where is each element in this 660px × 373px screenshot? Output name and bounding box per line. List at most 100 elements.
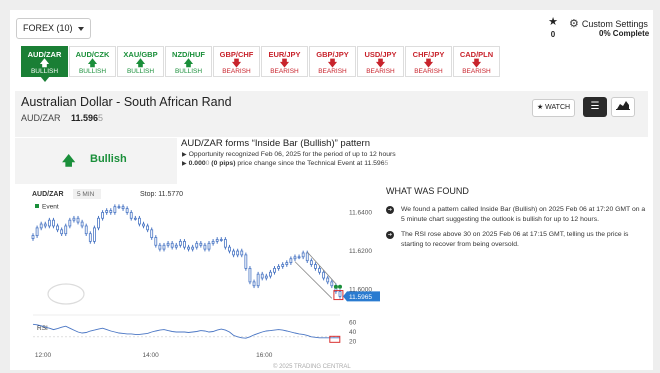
price-change-pips: (0 pips) [209, 160, 236, 167]
arrow-down-icon: 🡇 [471, 58, 482, 68]
candle-body [277, 266, 281, 269]
candle-body [162, 244, 166, 250]
arrow-up-icon: 🡅 [39, 58, 50, 68]
candle-body [35, 227, 39, 237]
candle-body [138, 217, 141, 225]
candle-body [101, 212, 104, 219]
what-was-found: WHAT WAS FOUND ➔ We found a pattern call… [386, 186, 648, 255]
candle-body [322, 271, 326, 279]
tile-state: BEARISH [414, 68, 443, 75]
arrow-up-icon: 🡅 [87, 58, 98, 68]
candle-body [260, 273, 264, 279]
favorites-button[interactable]: ★ 0 [547, 16, 559, 40]
candle-body [273, 267, 276, 273]
pattern-line-2: ▶ 0.0000 (0 pips) price change since the … [180, 160, 648, 167]
tile-cad-pln[interactable]: CAD/PLN 🡇 BEARISH [453, 46, 500, 77]
candle-body [285, 262, 289, 265]
candle-body [72, 217, 76, 221]
pattern-title: AUD/ZAR forms “Inside Bar (Bullish)” pat… [181, 138, 370, 149]
candle-body [31, 235, 35, 239]
candle-body [228, 246, 231, 252]
tile-chf-jpy[interactable]: CHF/JPY 🡇 BEARISH [405, 46, 452, 77]
time-tick-label: 14:00 [142, 352, 159, 359]
arrow-down-icon: 🡇 [375, 58, 386, 68]
tile-state: BEARISH [366, 68, 395, 75]
arrow-up-icon: 🡅 [135, 58, 146, 68]
candle-body [207, 242, 211, 250]
tile-gbp-chf[interactable]: GBP/CHF 🡇 BEARISH [213, 46, 260, 77]
arrow-down-icon: 🡇 [231, 58, 242, 68]
channel-line-upper [306, 251, 337, 285]
tile-state: BULLISH [174, 68, 203, 75]
candle-body [84, 225, 88, 235]
rsi-line [32, 323, 340, 339]
price-tick-label: 11.6400 [349, 209, 372, 216]
candle-body [191, 246, 195, 250]
tile-state: BULLISH [126, 68, 155, 75]
star-icon: ★ [536, 104, 544, 111]
candle-body [195, 242, 199, 248]
candle-body [80, 221, 84, 227]
candle-body [240, 250, 244, 256]
rsi-tick-label: 20 [349, 339, 357, 346]
main-panel: FOREX (10) ★ 0 ⚙ Custom Settings 0% Compl… [10, 10, 653, 370]
arrow-up-icon: 🡅 [62, 153, 76, 168]
candle-body [133, 217, 137, 220]
candle-body [170, 242, 174, 248]
tile-aud-czk[interactable]: AUD/CZK 🡅 BULLISH [69, 46, 116, 77]
candle-body [236, 250, 240, 256]
tile-eur-jpy[interactable]: EUR/JPY 🡇 BEARISH [261, 46, 308, 77]
custom-settings-button[interactable]: ⚙ Custom Settings 0% Complete [569, 17, 649, 38]
tile-state: BEARISH [270, 68, 299, 75]
candle-body [264, 275, 268, 279]
forex-dropdown-label: FOREX (10) [23, 23, 73, 33]
candle-body [105, 210, 109, 213]
event-marker [338, 284, 342, 289]
tile-nzd-huf[interactable]: NZD/HUF 🡅 BULLISH [165, 46, 212, 77]
star-icon: ★ [548, 16, 558, 28]
event-legend-label: Event [42, 204, 59, 211]
candle-body [219, 239, 223, 241]
rsi-tick-label: 60 [349, 319, 357, 326]
price-chart[interactable]: AUD/ZAR 5 MIN Stop: 11.5770 Event 11.6400 11.… [15, 184, 382, 370]
arrow-down-icon: 🡇 [423, 58, 434, 68]
time-tick-label: 12:00 [35, 352, 52, 359]
candle-body [293, 256, 297, 260]
forex-dropdown[interactable]: FOREX (10) [16, 18, 91, 39]
event-legend-marker [35, 204, 39, 208]
candle-body [93, 227, 96, 242]
candle-body [330, 281, 334, 287]
candle-body [232, 250, 235, 256]
candle-body [215, 239, 219, 242]
price-tick-label: 11.6200 [349, 248, 372, 255]
watch-button[interactable]: ★ WATCH [532, 99, 575, 117]
instrument-tiles: AUD/ZAR 🡅 BULLISH AUD/CZK 🡅 BULLISH XAU/GBP 🡅 BU… [21, 46, 501, 82]
candle-body [150, 229, 154, 238]
tile-gbp-jpy[interactable]: GBP/JPY 🡇 BEARISH [309, 46, 356, 77]
tile-xau-gbp[interactable]: XAU/GBP 🡅 BULLISH [117, 46, 164, 77]
channel-line-lower [294, 261, 333, 299]
found-item-text: The RSI rose above 30 on 2025 Feb 06 at … [401, 231, 629, 248]
candle-body [289, 258, 293, 264]
candle-body [183, 240, 186, 248]
chart-timeframe-label: 5 MIN [77, 191, 95, 198]
chart-stop-label: Stop: 11.5770 [140, 191, 183, 198]
candle-body [174, 244, 178, 248]
list-view-button[interactable]: ☰ [583, 97, 607, 117]
candle-body [129, 212, 133, 219]
tile-usd-jpy[interactable]: USD/JPY 🡇 BEARISH [357, 46, 404, 77]
candle-body [109, 210, 113, 213]
trading-central-logo [47, 283, 85, 305]
candle-body [121, 206, 125, 210]
chart-view-button[interactable] [611, 97, 635, 117]
candle-body [154, 237, 158, 246]
settings-complete-label: 0% Complete [599, 29, 650, 38]
chart-svg: AUD/ZAR 5 MIN Stop: 11.5770 Event 11.6400 11.… [31, 189, 380, 370]
price-last-digit: 5 [98, 113, 104, 123]
triangle-right-icon: ▶ [182, 152, 187, 158]
tile-aud-zar[interactable]: AUD/ZAR 🡅 BULLISH [21, 46, 68, 82]
candle-body [158, 244, 162, 250]
candle-body [338, 291, 342, 297]
chevron-down-icon [78, 27, 84, 31]
arrow-right-circle-icon: ➔ [386, 231, 394, 239]
